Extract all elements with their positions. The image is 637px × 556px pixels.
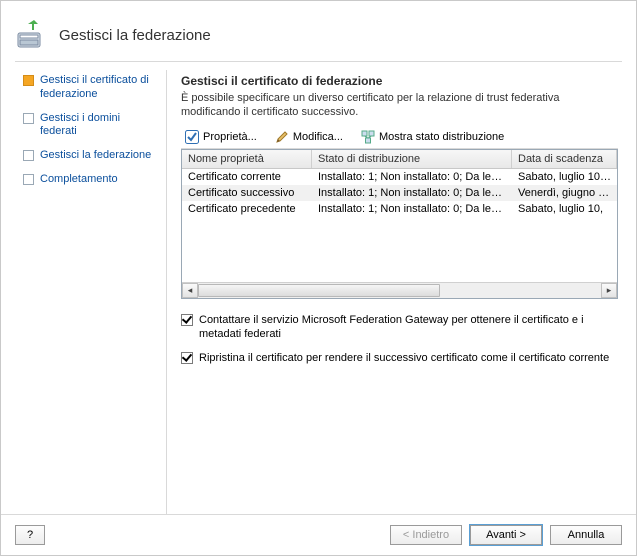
- sidebar-item-completion[interactable]: Completamento: [23, 173, 156, 187]
- certificates-table: Nome proprietà Stato di distribuzione Da…: [181, 149, 618, 299]
- distribution-icon: [361, 130, 375, 144]
- sidebar-step-marker: [23, 113, 34, 124]
- wizard-footer: ? < Indietro Avanti > Annulla: [1, 514, 636, 555]
- sidebar-step-marker-active: [23, 75, 34, 86]
- pencil-icon: [275, 130, 289, 144]
- cell-dist: Installato: 1; Non installato: 0; Da leg…: [312, 169, 512, 185]
- table-header: Nome proprietà Stato di distribuzione Da…: [182, 150, 617, 169]
- sidebar-step-marker: [23, 150, 34, 161]
- column-header-dist[interactable]: Stato di distribuzione: [312, 150, 512, 168]
- wizard-icon: [15, 19, 47, 51]
- scroll-right-button[interactable]: ▸: [601, 283, 617, 298]
- wizard-title: Gestisci la federazione: [59, 27, 211, 44]
- wizard-body: Gestisci il certificato di federazione G…: [1, 62, 636, 514]
- checkbox-icon[interactable]: [181, 352, 193, 364]
- edit-label: Modifica...: [293, 131, 343, 143]
- help-button[interactable]: ?: [15, 525, 45, 545]
- table-row[interactable]: Certificato corrente Installato: 1; Non …: [182, 169, 617, 185]
- scroll-left-button[interactable]: ◂: [182, 283, 198, 298]
- wizard-content: Gestisci il certificato di federazione È…: [166, 70, 636, 514]
- horizontal-scrollbar[interactable]: ◂ ▸: [182, 282, 617, 298]
- cell-expiry: Sabato, luglio 10,: [512, 201, 617, 217]
- show-distribution-label: Mostra stato distribuzione: [379, 131, 504, 143]
- wizard-sidebar: Gestisci il certificato di federazione G…: [1, 70, 166, 514]
- table-row[interactable]: Certificato successivo Installato: 1; No…: [182, 185, 617, 201]
- table-row[interactable]: Certificato precedente Installato: 1; No…: [182, 201, 617, 217]
- column-header-expiry[interactable]: Data di scadenza: [512, 150, 617, 168]
- checkmark-icon: [185, 130, 199, 144]
- content-description: È possibile specificare un diverso certi…: [181, 92, 618, 120]
- wizard-window: Gestisci la federazione Gestisci il cert…: [0, 0, 637, 556]
- column-header-name[interactable]: Nome proprietà: [182, 150, 312, 168]
- sidebar-item-label: Gestisci la federazione: [40, 149, 151, 163]
- cell-dist: Installato: 1; Non installato: 0; Da leg…: [312, 201, 512, 217]
- scroll-track[interactable]: [198, 283, 601, 298]
- sidebar-step-marker: [23, 174, 34, 185]
- next-button[interactable]: Avanti >: [470, 525, 542, 545]
- cell-name: Certificato successivo: [182, 185, 312, 201]
- sidebar-item-domains[interactable]: Gestisci i domini federati: [23, 112, 156, 140]
- table-body: Certificato corrente Installato: 1; Non …: [182, 169, 617, 282]
- edit-button[interactable]: Modifica...: [273, 129, 345, 145]
- content-heading: Gestisci il certificato di federazione: [181, 74, 618, 88]
- sidebar-item-cert[interactable]: Gestisci il certificato di federazione: [23, 74, 156, 102]
- show-distribution-button[interactable]: Mostra stato distribuzione: [359, 129, 506, 145]
- sidebar-item-label: Gestisci i domini federati: [40, 112, 156, 140]
- sidebar-item-label: Gestisci il certificato di federazione: [40, 74, 156, 102]
- sidebar-item-label: Completamento: [40, 173, 118, 187]
- cancel-button[interactable]: Annulla: [550, 525, 622, 545]
- sidebar-item-federation[interactable]: Gestisci la federazione: [23, 149, 156, 163]
- checkbox-contact-gateway[interactable]: Contattare il servizio Microsoft Federat…: [181, 313, 618, 342]
- cell-name: Certificato corrente: [182, 169, 312, 185]
- checkbox-label: Contattare il servizio Microsoft Federat…: [199, 313, 618, 342]
- back-button: < Indietro: [390, 525, 462, 545]
- properties-button[interactable]: Proprietà...: [183, 129, 259, 145]
- wizard-header: Gestisci la federazione: [1, 1, 636, 55]
- cell-expiry: Venerdì, giugno 29,: [512, 185, 617, 201]
- properties-label: Proprietà...: [203, 131, 257, 143]
- cell-name: Certificato precedente: [182, 201, 312, 217]
- checkbox-label: Ripristina il certificato per rendere il…: [199, 351, 609, 365]
- options-group: Contattare il servizio Microsoft Federat…: [181, 313, 618, 366]
- cell-expiry: Sabato, luglio 10, 2: [512, 169, 617, 185]
- scroll-thumb[interactable]: [198, 284, 440, 297]
- checkbox-icon[interactable]: [181, 314, 193, 326]
- cell-dist: Installato: 1; Non installato: 0; Da leg…: [312, 185, 512, 201]
- checkbox-restore-cert[interactable]: Ripristina il certificato per rendere il…: [181, 351, 618, 365]
- content-toolbar: Proprietà... Modifica...: [181, 126, 618, 149]
